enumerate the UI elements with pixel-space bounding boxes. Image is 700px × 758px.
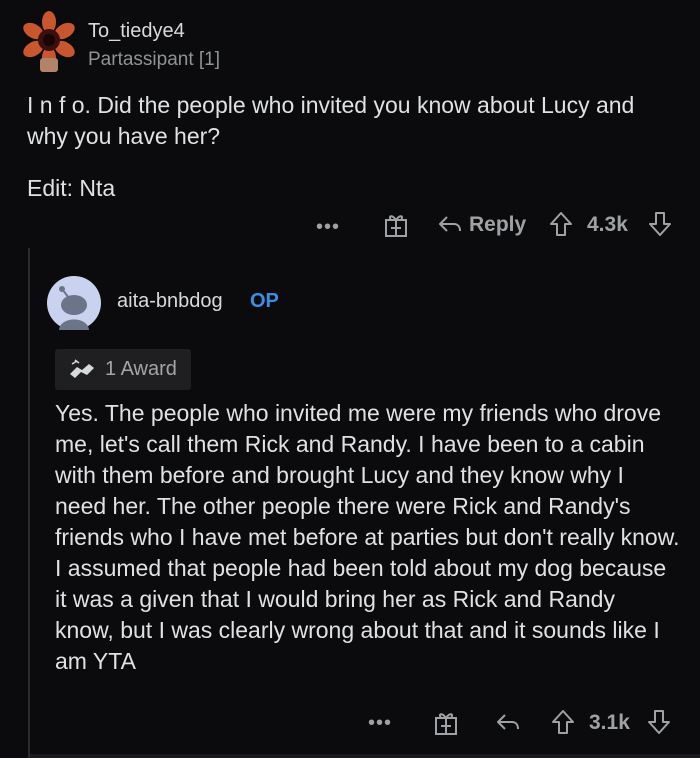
user-avatar-demogorgon[interactable] xyxy=(22,10,76,74)
downvote-arrow-icon xyxy=(649,212,671,236)
comment2-username[interactable]: aita-bnbdog xyxy=(117,290,223,313)
award-hands-icon xyxy=(70,358,94,378)
gift-icon xyxy=(385,215,407,237)
comment1-paragraph-2: Edit: Nta xyxy=(27,175,116,201)
reply-arrow-icon xyxy=(497,714,519,730)
thread-line[interactable] xyxy=(28,248,30,758)
comment1-reply-button[interactable]: Reply xyxy=(437,213,526,237)
comment1-username[interactable]: To_tiedye4 xyxy=(88,20,185,43)
reply-label: Reply xyxy=(469,213,527,236)
comment1-flair: Partassipant [1] xyxy=(88,49,221,70)
bottom-divider xyxy=(30,754,700,758)
comment1-score: 4.3k xyxy=(587,213,628,236)
upvote-arrow-icon xyxy=(552,710,574,734)
demogorgon-avatar-icon xyxy=(23,11,75,72)
award-count: 1 Award xyxy=(105,358,177,380)
comment1-award-button[interactable] xyxy=(383,212,409,243)
comment2-downvote-button[interactable] xyxy=(646,708,672,741)
comment2-award-button[interactable] xyxy=(433,710,459,741)
gift-icon xyxy=(435,713,457,735)
comment1-upvote-button[interactable] xyxy=(548,210,574,243)
comment2-body: Yes. The people who invited me were my f… xyxy=(55,400,680,674)
reply-arrow-icon xyxy=(439,216,461,232)
upvote-arrow-icon xyxy=(550,212,572,236)
comment1-more-button[interactable]: ••• xyxy=(316,216,340,239)
comment2-score: 3.1k xyxy=(589,711,630,734)
comment2-avatar[interactable] xyxy=(47,276,101,330)
comment1-downvote-button[interactable] xyxy=(647,210,673,243)
comment2-upvote-button[interactable] xyxy=(550,708,576,741)
comment2-more-button[interactable]: ••• xyxy=(368,712,392,735)
op-badge: OP xyxy=(250,290,279,312)
downvote-arrow-icon xyxy=(648,710,670,734)
comment1-paragraph-1: I n f o. Did the people who invited you … xyxy=(27,92,635,149)
award-badge[interactable]: 1 Award xyxy=(55,349,191,390)
comment2-reply-button[interactable] xyxy=(495,712,521,739)
snoo-avatar-icon xyxy=(47,276,101,330)
